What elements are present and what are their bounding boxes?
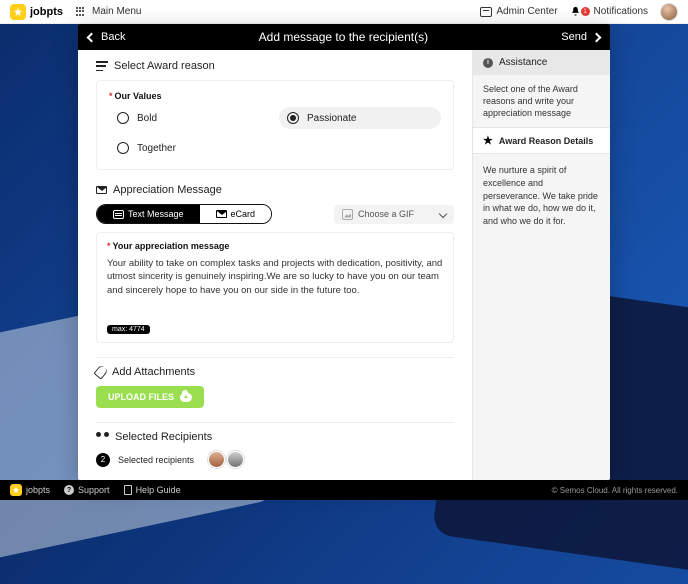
gif-placeholder: Choose a GIF bbox=[358, 209, 414, 219]
envelope-icon bbox=[216, 210, 227, 218]
paperclip-icon bbox=[93, 364, 108, 380]
message-section-label: Appreciation Message bbox=[113, 184, 222, 196]
notifications-label: Notifications bbox=[594, 6, 648, 17]
message-type-toggle: Text Message eCard bbox=[96, 204, 272, 224]
main-menu-link[interactable]: Main Menu bbox=[92, 6, 141, 17]
admin-center-link[interactable]: Admin Center bbox=[480, 6, 557, 17]
message-card: Back Add message to the recipient(s) Sen… bbox=[78, 24, 610, 480]
recipients-section-title: Selected Recipients bbox=[96, 431, 454, 443]
send-button[interactable]: Send bbox=[561, 31, 600, 43]
assistance-hint: Select one of the Award reasons and writ… bbox=[473, 75, 610, 127]
award-option-label: Bold bbox=[137, 113, 157, 124]
attachments-section-title: Add Attachments bbox=[96, 366, 454, 378]
info-icon: i bbox=[483, 58, 493, 68]
back-label: Back bbox=[101, 31, 125, 43]
app-topbar: jobpts Main Menu Admin Center 1 Notifica… bbox=[0, 0, 688, 24]
toggle-ecard-label: eCard bbox=[231, 209, 256, 219]
award-option-bold[interactable]: Bold bbox=[109, 107, 271, 129]
footer-support-label: Support bbox=[78, 485, 110, 495]
chat-icon bbox=[113, 210, 124, 219]
footer-brand[interactable]: jobpts bbox=[10, 484, 50, 496]
recipient-avatar bbox=[208, 451, 225, 468]
assistance-title: Assistance bbox=[499, 57, 547, 68]
footer-copyright: © Semos Cloud. All rights reserved. bbox=[552, 486, 678, 495]
card-title: Add message to the recipient(s) bbox=[125, 30, 561, 44]
brand-name: jobpts bbox=[30, 6, 63, 18]
notifications-link[interactable]: 1 Notifications bbox=[570, 6, 648, 17]
footer-brand-label: jobpts bbox=[26, 485, 50, 495]
toggle-text-message[interactable]: Text Message bbox=[97, 205, 200, 223]
chevron-right-icon bbox=[592, 32, 602, 42]
bell-icon bbox=[570, 6, 581, 17]
document-icon bbox=[124, 485, 132, 495]
divider bbox=[96, 357, 454, 358]
award-section-title: Select Award reason bbox=[96, 60, 454, 72]
list-icon bbox=[96, 61, 108, 71]
brand-logo-icon bbox=[10, 484, 22, 496]
people-icon bbox=[96, 432, 109, 442]
char-count-badge: max: 4774 bbox=[107, 325, 150, 334]
footer-support-link[interactable]: ? Support bbox=[64, 485, 110, 495]
help-icon: ? bbox=[64, 485, 74, 495]
award-option-passionate[interactable]: Passionate bbox=[279, 107, 441, 129]
card-header: Back Add message to the recipient(s) Sen… bbox=[78, 24, 610, 50]
award-option-label: Passionate bbox=[307, 113, 356, 124]
divider bbox=[96, 422, 454, 423]
main-column: Select Award reason *Our Values Bold Pas bbox=[78, 50, 472, 480]
chevron-left-icon bbox=[87, 32, 97, 42]
recipients-count-badge: 2 bbox=[96, 453, 110, 467]
award-details-header: ★ Award Reason Details bbox=[473, 127, 610, 154]
brand-logo-icon bbox=[10, 4, 26, 20]
admin-center-label: Admin Center bbox=[496, 6, 557, 17]
cloud-upload-icon bbox=[180, 393, 192, 402]
send-label: Send bbox=[561, 31, 587, 43]
message-textarea[interactable]: Your ability to take on complex tasks an… bbox=[107, 257, 443, 317]
recipient-avatar bbox=[227, 451, 244, 468]
assistance-header: i Assistance bbox=[473, 50, 610, 75]
radio-icon bbox=[117, 112, 129, 124]
message-section-title: Appreciation Message bbox=[96, 184, 454, 196]
recipients-row[interactable]: 2 Selected recipients bbox=[96, 451, 454, 468]
recipients-label: Selected recipients bbox=[118, 455, 194, 465]
radio-icon bbox=[287, 112, 299, 124]
upload-files-button[interactable]: UPLOAD FILES bbox=[96, 386, 204, 408]
recipients-section-label: Selected Recipients bbox=[115, 431, 212, 443]
notification-count-badge: 1 bbox=[581, 7, 590, 16]
award-option-label: Together bbox=[137, 143, 176, 154]
toggle-ecard[interactable]: eCard bbox=[200, 205, 272, 223]
assistance-sidebar: i Assistance Select one of the Award rea… bbox=[472, 50, 610, 480]
back-button[interactable]: Back bbox=[88, 31, 125, 43]
envelope-icon bbox=[96, 186, 107, 194]
award-details-title: Award Reason Details bbox=[499, 136, 593, 146]
image-icon bbox=[342, 209, 353, 220]
footer-help-label: Help Guide bbox=[136, 485, 181, 495]
upload-label: UPLOAD FILES bbox=[108, 392, 174, 402]
award-details-body: We nurture a spirit of excellence and pe… bbox=[473, 154, 610, 480]
award-group-label: *Our Values bbox=[109, 91, 441, 101]
award-option-together[interactable]: Together bbox=[109, 137, 271, 159]
radio-icon bbox=[117, 142, 129, 154]
admin-center-icon bbox=[480, 7, 492, 17]
user-avatar[interactable] bbox=[660, 3, 678, 21]
gif-select[interactable]: Choose a GIF bbox=[334, 205, 454, 224]
message-field-label: *Your appreciation message bbox=[107, 241, 443, 251]
attachments-section-label: Add Attachments bbox=[112, 366, 195, 378]
toggle-text-label: Text Message bbox=[128, 209, 184, 219]
apps-grid-icon[interactable] bbox=[75, 6, 86, 17]
star-icon: ★ bbox=[483, 134, 493, 147]
award-section-label: Select Award reason bbox=[114, 60, 215, 72]
app-footer: jobpts ? Support Help Guide © Semos Clou… bbox=[0, 480, 688, 500]
chevron-down-icon bbox=[439, 210, 447, 218]
footer-help-link[interactable]: Help Guide bbox=[124, 485, 181, 495]
